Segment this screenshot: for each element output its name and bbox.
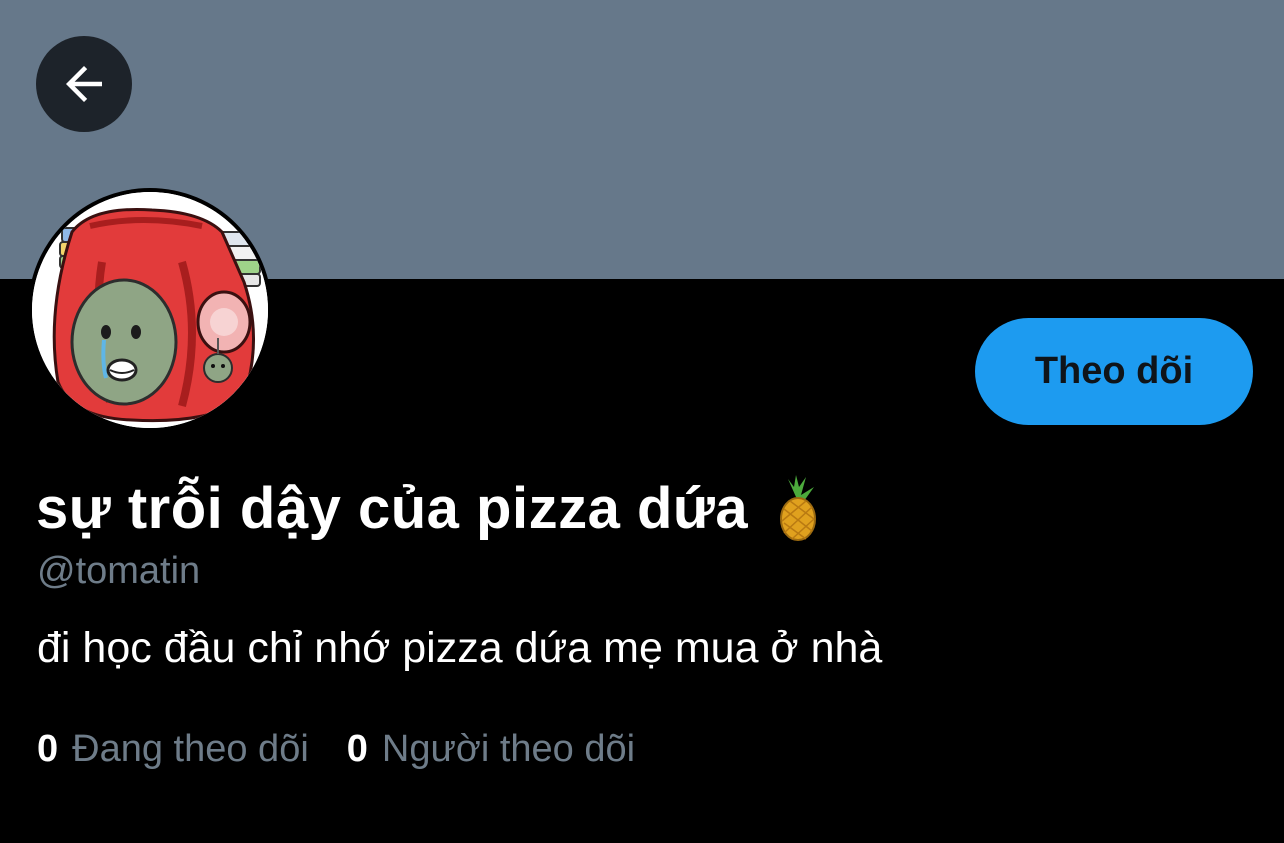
avatar-image: [32, 192, 268, 428]
profile-bio: đi học đầu chỉ nhớ pizza dứa mẹ mua ở nh…: [37, 624, 883, 672]
display-name: sự trỗi dậy của pizza dứa: [36, 475, 749, 541]
avatar[interactable]: [32, 192, 268, 428]
profile-stats: 0 Đang theo dõi 0 Người theo dõi: [37, 728, 635, 771]
profile-handle: @tomatin: [37, 550, 201, 592]
followers-count: 0: [346, 728, 368, 770]
following-label: Đang theo dõi: [72, 728, 309, 770]
back-button[interactable]: [36, 36, 132, 132]
profile-page: Theo dõi sự trỗi dậy của pizza dứa @toma…: [0, 0, 1284, 843]
followers-label: Người theo dõi: [381, 728, 636, 770]
arrow-left-icon: [66, 66, 102, 102]
pineapple-icon: [766, 473, 826, 543]
followers-stat[interactable]: 0 Người theo dõi: [347, 728, 635, 771]
follow-button[interactable]: Theo dõi: [975, 318, 1253, 425]
following-count: 0: [37, 728, 59, 770]
following-stat[interactable]: 0 Đang theo dõi: [37, 728, 309, 771]
display-name-row: sự trỗi dậy của pizza dứa: [36, 470, 826, 546]
